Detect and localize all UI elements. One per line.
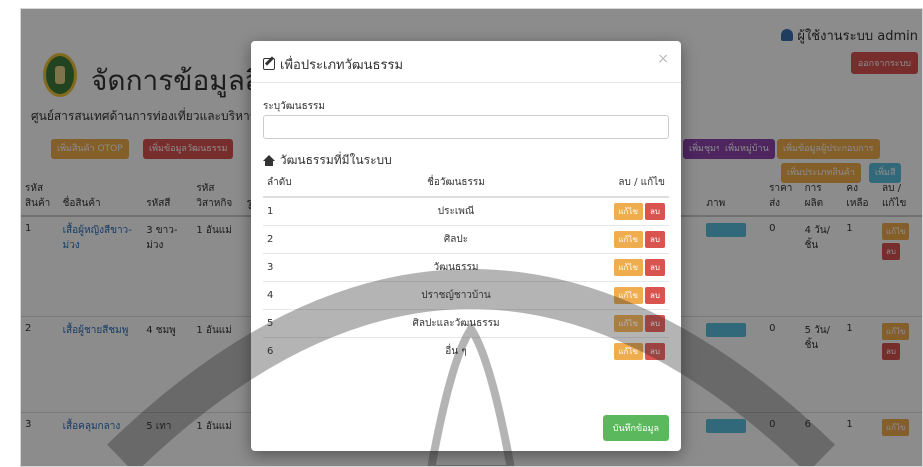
section-title: วัฒนธรรมที่มีในระบบ xyxy=(263,151,392,170)
culture-no: 2 xyxy=(263,225,323,254)
culture-name-input[interactable] xyxy=(263,115,669,139)
culture-name: ประเพณี xyxy=(323,196,589,226)
culture-no: 3 xyxy=(263,253,323,282)
edit-button[interactable]: แก้ไข xyxy=(613,203,644,220)
modal-title-text: เพื่อประเภทวัฒนธรรม xyxy=(280,58,404,73)
culture-actions: แก้ไข ลบ xyxy=(589,225,669,254)
edit-button[interactable]: แก้ไข xyxy=(613,231,644,248)
table-row: 5 ศิลปะและวัฒนธรรม แก้ไข ลบ xyxy=(263,309,669,338)
culture-table: ลำดับ ชื่อวัฒนธรรม ลบ / แก้ไข 1 ประเพณี … xyxy=(263,169,669,365)
culture-type-modal: เพื่อประเภทวัฒนธรรม × ระบุวัฒนธรรม วัฒนธ… xyxy=(251,41,681,451)
culture-header-row: ลำดับ ชื่อวัฒนธรรม ลบ / แก้ไข xyxy=(263,169,669,198)
save-button[interactable]: บันทึกข้อมูล xyxy=(602,415,669,441)
table-row: 1 ประเพณี แก้ไข ลบ xyxy=(263,196,669,226)
culture-name: ศิลปะ xyxy=(323,225,589,254)
culture-name: ศิลปะและวัฒนธรรม xyxy=(323,309,589,338)
delete-button[interactable]: ลบ xyxy=(645,315,665,332)
culture-name: ปราชญ์ชาวบ้าน xyxy=(323,281,589,310)
culture-actions: แก้ไข ลบ xyxy=(589,196,669,226)
table-row: 2 ศิลปะ แก้ไข ลบ xyxy=(263,225,669,254)
culture-no: 1 xyxy=(263,196,323,226)
modal-title: เพื่อประเภทวัฒนธรรม xyxy=(263,54,403,75)
culture-no: 4 xyxy=(263,281,323,310)
table-row: 6 อื่น ๆ แก้ไข ลบ xyxy=(263,337,669,365)
edit-icon xyxy=(263,58,275,70)
culture-actions: แก้ไข ลบ xyxy=(589,281,669,310)
culture-no: 5 xyxy=(263,309,323,338)
col-culture-name: ชื่อวัฒนธรรม xyxy=(323,169,589,198)
delete-button[interactable]: ลบ xyxy=(645,287,665,304)
culture-field-label: ระบุวัฒนธรรม xyxy=(263,101,326,112)
close-icon[interactable]: × xyxy=(657,51,669,67)
col-no: ลำดับ xyxy=(263,169,323,198)
edit-button[interactable]: แก้ไข xyxy=(613,259,644,276)
delete-button[interactable]: ลบ xyxy=(645,203,665,220)
culture-name: วัฒนธรรม xyxy=(323,253,589,282)
edit-button[interactable]: แก้ไข xyxy=(613,287,644,304)
delete-button[interactable]: ลบ xyxy=(645,231,665,248)
delete-button[interactable]: ลบ xyxy=(645,343,665,360)
col-actions: ลบ / แก้ไข xyxy=(589,169,669,198)
home-icon xyxy=(263,155,275,166)
culture-actions: แก้ไข ลบ xyxy=(589,253,669,282)
edit-button[interactable]: แก้ไข xyxy=(613,343,644,360)
culture-actions: แก้ไข ลบ xyxy=(589,309,669,338)
browser-viewport: จัดการข้อมูลสินค้า ศูนย์สารสนเทศด้านการท… xyxy=(20,8,923,467)
modal-header: เพื่อประเภทวัฒนธรรม × xyxy=(251,41,681,83)
culture-actions: แก้ไข ลบ xyxy=(589,337,669,365)
culture-no: 6 xyxy=(263,337,323,365)
culture-name: อื่น ๆ xyxy=(323,337,589,365)
table-row: 4 ปราชญ์ชาวบ้าน แก้ไข ลบ xyxy=(263,281,669,310)
edit-button[interactable]: แก้ไข xyxy=(613,315,644,332)
section-title-text: วัฒนธรรมที่มีในระบบ xyxy=(279,153,392,167)
table-row: 3 วัฒนธรรม แก้ไข ลบ xyxy=(263,253,669,282)
delete-button[interactable]: ลบ xyxy=(645,259,665,276)
